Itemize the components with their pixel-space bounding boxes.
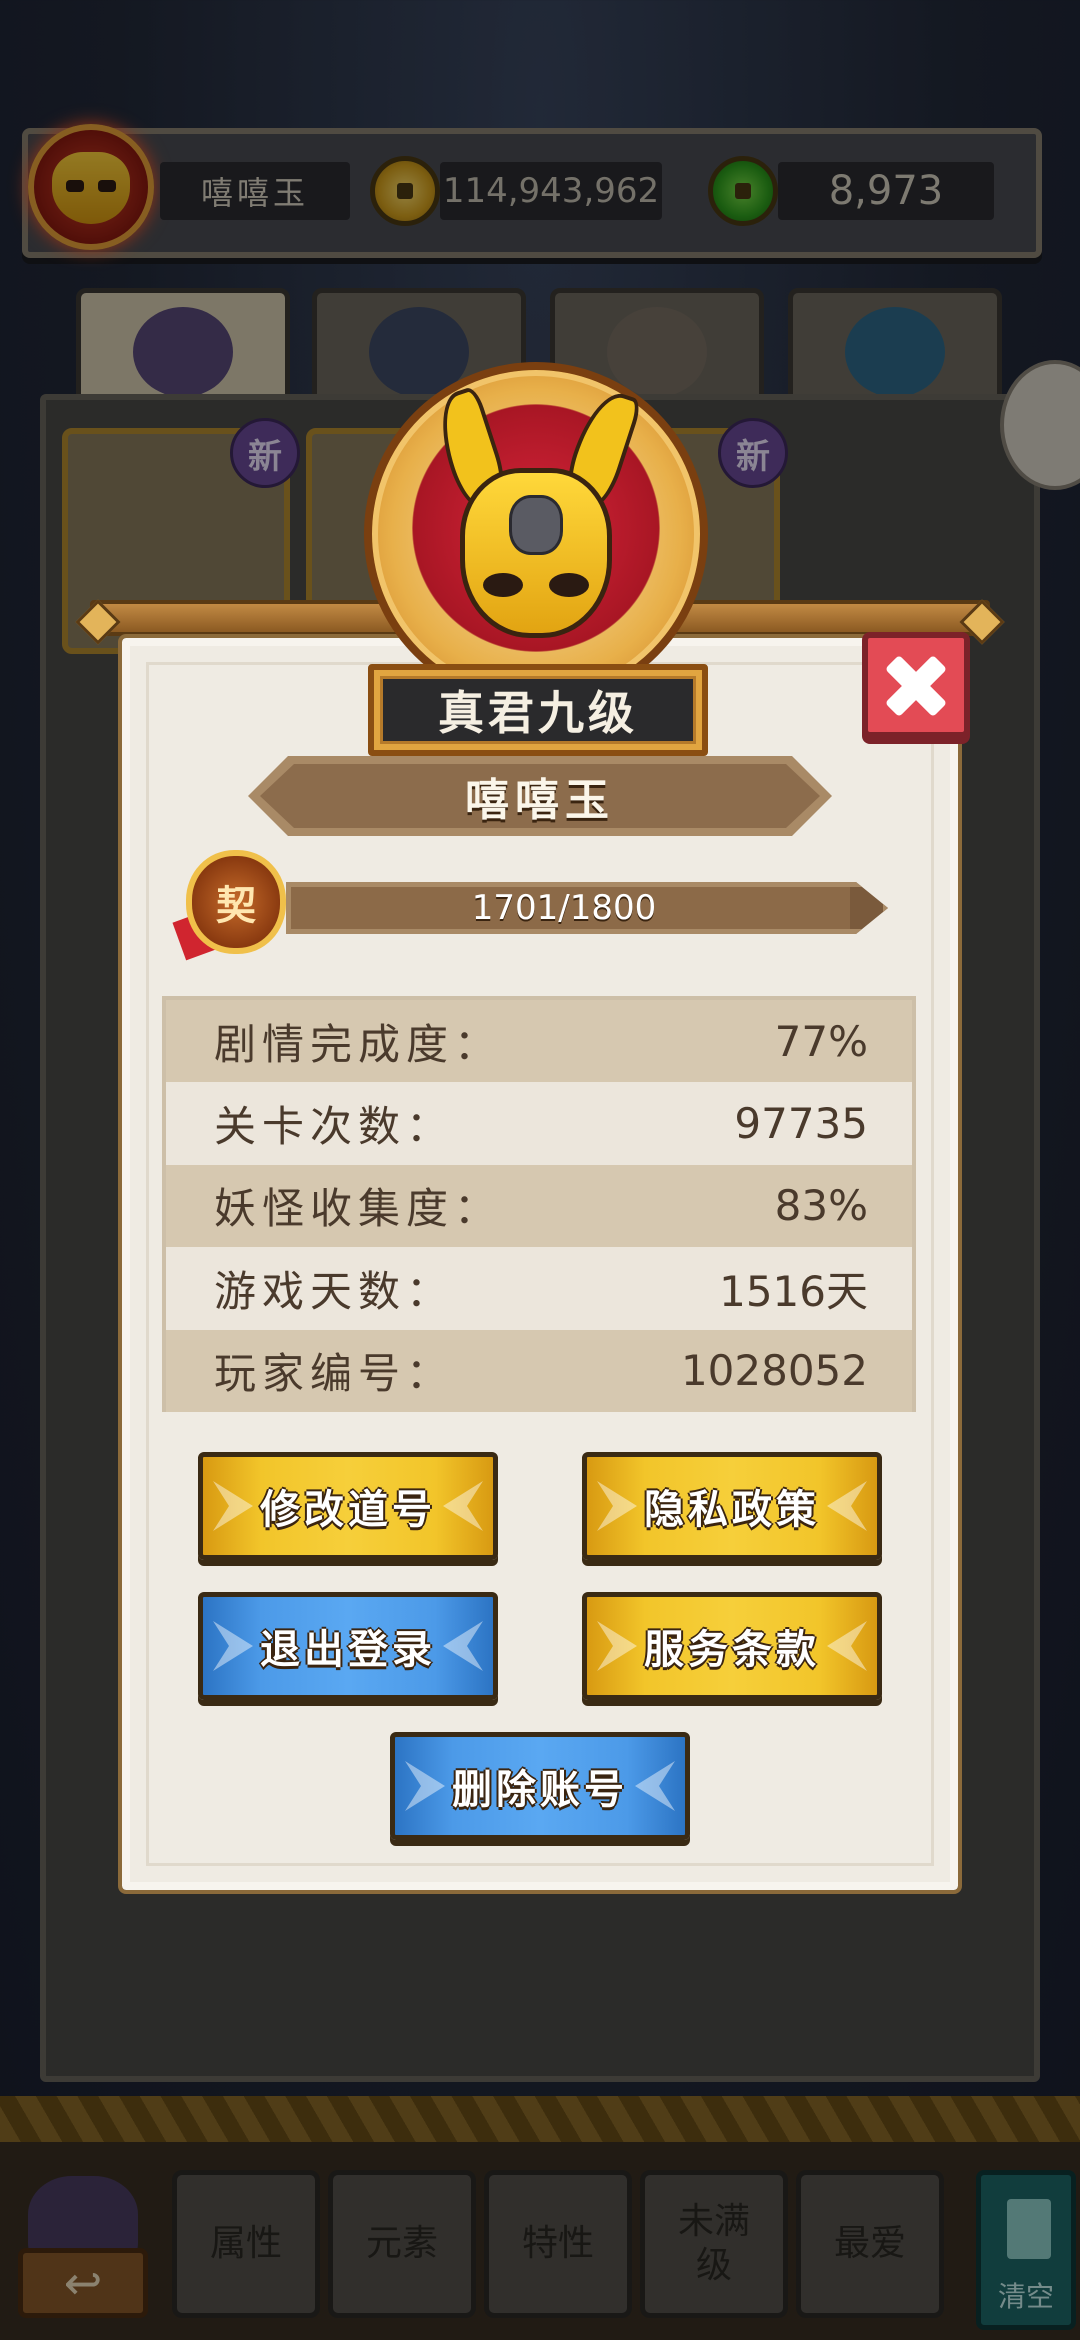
experience-text: 1701/1800 xyxy=(471,888,657,928)
rank-title-plate: 真君九级 xyxy=(368,664,708,756)
player-name-banner: 嘻嘻玉 xyxy=(248,756,832,836)
chevron-right-icon xyxy=(635,1761,675,1811)
mask-eye xyxy=(483,573,523,597)
stat-label: 妖怪收集度： xyxy=(214,1184,503,1234)
logout-label: 退出登录 xyxy=(260,1627,436,1673)
privacy-policy-button[interactable]: 隐私政策 xyxy=(582,1452,882,1560)
change-name-button[interactable]: 修改道号 xyxy=(198,1452,498,1560)
chevron-right-icon xyxy=(827,1621,867,1671)
stat-value: 1028052 xyxy=(680,1346,868,1396)
chevron-left-icon xyxy=(213,1621,253,1671)
stat-value: 1516天 xyxy=(719,1266,868,1316)
stat-label: 关卡次数： xyxy=(214,1102,455,1152)
stat-row-story-completion: 剧情完成度： 77% xyxy=(166,1000,912,1083)
stat-row-stage-count: 关卡次数： 97735 xyxy=(166,1082,912,1164)
contract-seal-icon: 契 xyxy=(186,850,286,954)
stats-table: 剧情完成度： 77% 关卡次数： 97735 妖怪收集度： 83% 游戏天数： … xyxy=(162,996,916,1412)
logout-button[interactable]: 退出登录 xyxy=(198,1592,498,1700)
stat-row-monster-collection: 妖怪收集度： 83% xyxy=(166,1164,912,1248)
stat-row-play-days: 游戏天数： 1516天 xyxy=(166,1247,912,1329)
terms-of-service-button[interactable]: 服务条款 xyxy=(582,1592,882,1700)
terms-of-service-label: 服务条款 xyxy=(644,1627,820,1673)
chevron-right-icon xyxy=(443,1621,483,1671)
chevron-left-icon xyxy=(597,1481,637,1531)
stat-row-player-id: 玩家编号： 1028052 xyxy=(166,1329,912,1412)
stat-value: 97735 xyxy=(734,1099,868,1149)
mask-brow xyxy=(509,495,563,555)
stat-value: 77% xyxy=(774,1016,868,1066)
chevron-right-icon xyxy=(443,1481,483,1531)
delete-account-button[interactable]: 删除账号 xyxy=(390,1732,690,1840)
experience-row: 契 1701/1800 xyxy=(172,850,898,961)
chevron-left-icon xyxy=(597,1621,637,1671)
delete-account-label: 删除账号 xyxy=(452,1767,628,1813)
stat-label: 剧情完成度： xyxy=(214,1019,503,1069)
stat-label: 游戏天数： xyxy=(214,1266,455,1316)
change-name-label: 修改道号 xyxy=(260,1487,436,1533)
stat-value: 83% xyxy=(774,1181,868,1231)
chevron-right-icon xyxy=(827,1481,867,1531)
rank-emblem xyxy=(364,362,708,706)
rank-title: 真君九级 xyxy=(380,676,696,744)
stat-label: 玩家编号： xyxy=(214,1349,455,1399)
player-name: 嘻嘻玉 xyxy=(465,775,615,826)
close-button[interactable] xyxy=(862,632,970,738)
chevron-left-icon xyxy=(213,1481,253,1531)
chevron-left-icon xyxy=(405,1761,445,1811)
golden-mask-icon xyxy=(460,468,612,638)
mask-eye xyxy=(549,573,589,597)
privacy-policy-label: 隐私政策 xyxy=(644,1487,820,1533)
